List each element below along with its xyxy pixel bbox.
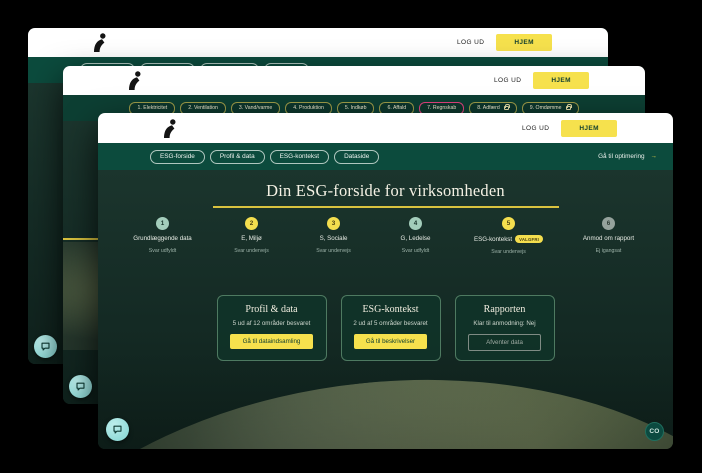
chat-button[interactable] (106, 418, 129, 441)
card-subtitle: Klar til anmodning: Nej (465, 320, 545, 327)
step-s-sociale: 3 S, Sociale Svar undervejs (293, 217, 375, 255)
step-status: Svar udfyldt (402, 248, 429, 254)
step-label: G, Ledelse (401, 235, 431, 242)
step-esg-kontekst: 5 ESG-kontekst VALGFRI Svar undervejs (457, 217, 561, 255)
step-label: Anmod om rapport (583, 235, 634, 242)
step-number-badge: 5 (502, 217, 515, 230)
step-number-badge: 4 (409, 217, 422, 230)
back-header: LOG UD HJEM (28, 28, 608, 57)
go-to-descriptions-button[interactable]: Gå til beskrivelser (354, 334, 428, 349)
logout-link[interactable]: LOG UD (522, 125, 549, 132)
step-status: Svar udfyldt (149, 248, 176, 254)
home-button[interactable]: HJEM (533, 72, 589, 89)
go-to-data-collection-button[interactable]: Gå til dataindsamling (230, 334, 313, 349)
company-logo-icon (92, 33, 107, 52)
middle-header: LOG UD HJEM (63, 66, 645, 95)
step-status: Svar undervejs (234, 248, 269, 254)
chat-bubble-icon (40, 341, 51, 352)
step-grundlaeggende-data: 1 Grundlæggende data Svar udfyldt (115, 217, 211, 255)
lock-icon (566, 106, 571, 110)
chat-bubble-icon (112, 424, 123, 435)
step-status: Svar undervejs (491, 249, 526, 255)
card-title: Rapporten (465, 304, 545, 315)
step-anmod-om-rapport: 6 Anmod om rapport Ej igangsat (561, 217, 657, 255)
arrow-right-icon: → (651, 153, 657, 160)
earth-shade-overlay (98, 350, 673, 449)
step-status: Svar undervejs (316, 248, 351, 254)
step-label: E, Miljø (241, 235, 262, 242)
card-profil-data: Profil & data 5 ud af 12 områder besvare… (217, 295, 327, 361)
optimize-link[interactable]: Gå til optimering→ (598, 153, 657, 160)
page-title: Din ESG-forside for virksomheden (98, 181, 673, 201)
chat-button[interactable] (34, 335, 57, 358)
step-e-miljo: 2 E, Miljø Svar undervejs (211, 217, 293, 255)
nav-tab-dataside[interactable]: Dataside (334, 150, 379, 164)
card-subtitle: 2 ud af 5 områder besvaret (351, 320, 431, 327)
status-cards-row: Profil & data 5 ud af 12 områder besvare… (98, 295, 673, 361)
desktop-stage: LOG UD HJEM ESG-forside Profil & data ES… (0, 0, 702, 473)
card-subtitle: 5 ud af 12 områder besvaret (227, 320, 317, 327)
chat-button[interactable] (69, 375, 92, 398)
front-nav: ESG-forside Profil & data ESG-kontekst D… (98, 143, 673, 170)
company-logo-icon (127, 71, 142, 90)
step-number-badge: 3 (327, 217, 340, 230)
step-number-badge: 2 (245, 217, 258, 230)
step-g-ledelse: 4 G, Ledelse Svar udfyldt (375, 217, 457, 255)
lock-icon (504, 106, 509, 110)
card-esg-kontekst: ESG-kontekst 2 ud af 5 områder besvaret … (341, 295, 441, 361)
logout-link[interactable]: LOG UD (494, 77, 521, 84)
card-title: Profil & data (227, 304, 317, 315)
step-label: Grundlæggende data (133, 235, 191, 242)
company-logo-icon (162, 119, 177, 138)
step-status: Ej igangsat (596, 248, 622, 254)
home-button[interactable]: HJEM (496, 34, 552, 51)
card-title: ESG-kontekst (351, 304, 431, 315)
nav-tab-esg-kontekst[interactable]: ESG-kontekst (270, 150, 329, 164)
step-label: ESG-kontekst (474, 236, 512, 243)
card-rapporten: Rapporten Klar til anmodning: Nej Afvent… (455, 295, 555, 361)
optional-badge: VALGFRI (515, 235, 543, 243)
front-header: LOG UD HJEM (98, 113, 673, 143)
window-front: LOG UD HJEM ESG-forside Profil & data ES… (98, 113, 673, 449)
step-number-badge: 6 (602, 217, 615, 230)
nav-tab-profil-data[interactable]: Profil & data (210, 150, 265, 164)
front-window-body: Din ESG-forside for virksomheden 1 Grund… (98, 170, 673, 449)
awaiting-data-button: Afventer data (468, 334, 542, 351)
logout-link[interactable]: LOG UD (457, 39, 484, 46)
title-underline (213, 206, 559, 208)
progress-stepper: 1 Grundlæggende data Svar udfyldt 2 E, M… (98, 217, 673, 255)
chat-bubble-icon (75, 381, 86, 392)
home-button[interactable]: HJEM (561, 120, 617, 137)
cookie-widget-button[interactable]: CO (645, 422, 664, 441)
step-number-badge: 1 (156, 217, 169, 230)
nav-tab-esg-forside[interactable]: ESG-forside (150, 150, 205, 164)
step-label: S, Sociale (320, 235, 348, 242)
